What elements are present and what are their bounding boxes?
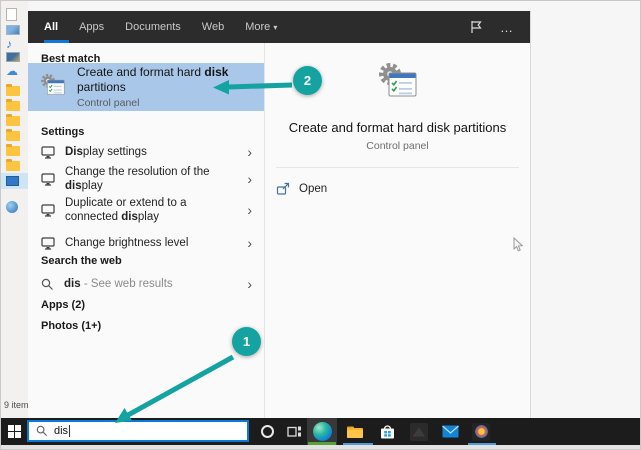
edge-browser-button[interactable] xyxy=(307,418,337,445)
cortana-icon xyxy=(261,425,274,438)
best-match-title: Create and format hard disk partitions xyxy=(77,65,232,95)
tab-more[interactable]: More ▾ xyxy=(245,21,277,33)
annotation-step-2: 2 xyxy=(293,66,322,95)
file-explorer-icon xyxy=(346,424,364,439)
open-label: Open xyxy=(299,183,327,195)
more-options-icon[interactable]: … xyxy=(500,20,514,35)
preview-title: Create and format hard disk partitions xyxy=(289,120,507,135)
tab-web[interactable]: Web xyxy=(202,21,224,33)
items-count-label: 9 item xyxy=(4,400,29,410)
annotation-arrow-2 xyxy=(212,77,296,97)
mail-icon xyxy=(442,425,459,438)
disk-partition-icon xyxy=(38,72,68,102)
screenshot-bottom-border xyxy=(1,445,641,450)
edge-icon xyxy=(313,422,332,441)
cortana-button[interactable] xyxy=(259,418,275,445)
feedback-pennant-icon[interactable] xyxy=(469,20,483,34)
task-view-icon xyxy=(287,425,302,438)
chevron-down-icon: ▾ xyxy=(273,23,277,32)
result-change-resolution[interactable]: Change the resolution of the display › xyxy=(28,166,264,192)
file-icon[interactable] xyxy=(6,8,17,21)
monitor-icon xyxy=(41,204,55,217)
game-app-icon xyxy=(410,423,428,441)
app-icon[interactable] xyxy=(6,201,18,213)
file-explorer-button[interactable] xyxy=(345,418,365,445)
start-button[interactable] xyxy=(1,418,27,445)
folder-icon[interactable] xyxy=(6,146,20,156)
selected-app-icon[interactable] xyxy=(6,176,19,186)
open-action[interactable]: Open xyxy=(276,182,327,196)
search-icon xyxy=(41,278,54,291)
tab-more-label: More xyxy=(245,21,270,33)
folder-icon[interactable] xyxy=(6,116,20,126)
photos-header[interactable]: Photos (1+) xyxy=(41,320,101,332)
monitor-icon xyxy=(41,146,55,159)
settings-header: Settings xyxy=(41,126,84,138)
mail-button[interactable] xyxy=(440,418,460,445)
tab-apps[interactable]: Apps xyxy=(79,21,104,33)
music-note-icon[interactable]: ♪ xyxy=(6,38,12,50)
open-icon xyxy=(276,182,290,196)
search-icon xyxy=(36,425,48,437)
store-button[interactable] xyxy=(377,418,397,445)
tab-all[interactable]: All xyxy=(44,21,58,33)
divider xyxy=(276,167,519,168)
background-explorer-strip: ♪ ☁ 9 item xyxy=(1,1,28,418)
folder-icon[interactable] xyxy=(6,86,20,96)
monitor-icon xyxy=(41,237,55,250)
monitor-icon xyxy=(41,173,55,186)
game-app-button[interactable] xyxy=(409,418,429,445)
result-duplicate-extend[interactable]: Duplicate or extend to a connected displ… xyxy=(28,193,264,227)
folder-icon[interactable] xyxy=(6,161,20,171)
text-cursor xyxy=(69,425,70,437)
image-icon[interactable] xyxy=(6,25,20,35)
chevron-right-icon: › xyxy=(247,276,252,292)
preview-subtitle: Control panel xyxy=(366,140,428,152)
image-icon[interactable] xyxy=(6,52,20,62)
annotation-arrow-1 xyxy=(109,349,241,427)
edge-active-underline xyxy=(308,442,336,445)
chevron-right-icon: › xyxy=(247,171,252,187)
result-web-search[interactable]: dis - See web results › xyxy=(28,271,264,297)
tab-documents[interactable]: Documents xyxy=(125,21,181,33)
media-app-button[interactable] xyxy=(471,418,491,445)
apps-header[interactable]: Apps (2) xyxy=(41,299,85,311)
store-icon xyxy=(379,423,396,440)
result-change-brightness[interactable]: Change brightness level › xyxy=(28,230,264,256)
search-window: All Apps Documents Web More ▾ … Best mat… xyxy=(28,11,531,418)
search-query-text: dis xyxy=(54,425,68,437)
chevron-right-icon: › xyxy=(247,202,252,218)
search-tabs-bar: All Apps Documents Web More ▾ … xyxy=(28,11,530,43)
annotation-step-1: 1 xyxy=(232,327,261,356)
best-match-subtitle: Control panel xyxy=(77,97,232,109)
onedrive-cloud-icon[interactable]: ☁ xyxy=(6,65,18,77)
folder-icon[interactable] xyxy=(6,131,20,141)
result-display-settings[interactable]: Display settings › xyxy=(28,139,264,165)
task-view-button[interactable] xyxy=(285,418,303,445)
media-app-icon xyxy=(472,423,490,441)
folder-icon[interactable] xyxy=(6,101,20,111)
media-active-underline xyxy=(468,443,496,445)
search-web-header: Search the web xyxy=(41,255,122,267)
disk-partition-icon-large xyxy=(374,60,422,108)
windows-logo-icon xyxy=(8,425,21,438)
taskbar: dis xyxy=(1,418,641,445)
preview-pane: Create and format hard disk partitions C… xyxy=(264,43,530,418)
mouse-cursor xyxy=(513,237,524,252)
chevron-right-icon: › xyxy=(247,235,252,251)
screenshot-root: ♪ ☁ 9 item All Apps Documents Web More ▾ xyxy=(0,0,641,450)
chevron-right-icon: › xyxy=(247,144,252,160)
file-explorer-active-underline xyxy=(343,443,373,445)
